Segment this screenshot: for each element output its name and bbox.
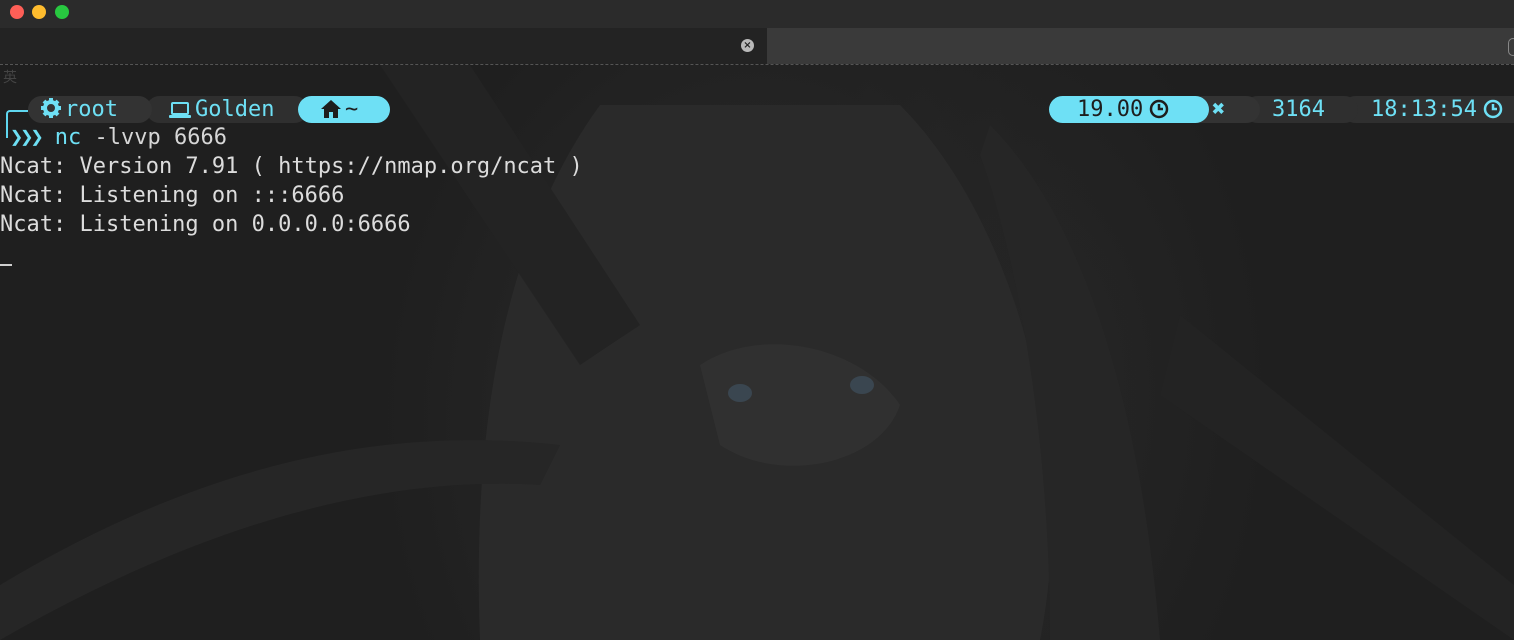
prompt-directory-segment: ~ (298, 96, 390, 123)
command-name: nc (54, 125, 82, 150)
laptop-icon (169, 102, 191, 118)
prompt-host: Golden (195, 97, 275, 122)
prompt-user-segment: root (28, 96, 152, 123)
maximize-window-button[interactable] (55, 5, 69, 19)
clock-time: 18:13:54 (1371, 97, 1477, 122)
command-line: ❯❯❯ nc -lvvp 6666 (10, 123, 227, 153)
timer-icon (1149, 99, 1169, 119)
command-arguments: -lvvp 6666 (81, 125, 227, 150)
process-id: 3164 (1272, 97, 1325, 122)
clock-icon (1483, 99, 1503, 119)
output-line: Ncat: Listening on 0.0.0.0:6666 (0, 212, 411, 237)
tab-bar: × (0, 28, 1514, 64)
prompt-directory: ~ (345, 97, 359, 122)
tab-close-icon[interactable]: × (741, 39, 754, 52)
elapsed-time-segment: 19.00 (1049, 96, 1209, 123)
text-cursor (0, 264, 12, 266)
home-icon (321, 100, 341, 118)
close-window-button[interactable] (10, 5, 24, 19)
prompt-user: root (65, 97, 118, 122)
new-tab-edge-icon (1508, 38, 1514, 56)
pid-segment: 3164 (1244, 96, 1358, 123)
prompt-arrows: ❯❯❯ (10, 125, 44, 150)
clock-segment: 18:13:54 (1342, 96, 1514, 123)
error-x-icon: ✖ (1212, 97, 1226, 122)
output-line: Ncat: Listening on :::6666 (0, 183, 345, 208)
prompt-host-segment: Golden (146, 96, 308, 123)
tab-terminal[interactable]: × (0, 28, 767, 64)
gear-icon (41, 98, 61, 118)
terminal-pane[interactable]: 英 Golden root ~ ❯❯❯ nc -lvvp 6666 Ncat: V… (0, 65, 1514, 640)
elapsed-time: 19.00 (1077, 97, 1144, 122)
output-line: Ncat: Version 7.91 ( https://nmap.org/nc… (0, 154, 583, 179)
minimize-window-button[interactable] (32, 5, 46, 19)
title-bar (0, 0, 1514, 28)
ime-indicator: 英 (3, 70, 17, 86)
